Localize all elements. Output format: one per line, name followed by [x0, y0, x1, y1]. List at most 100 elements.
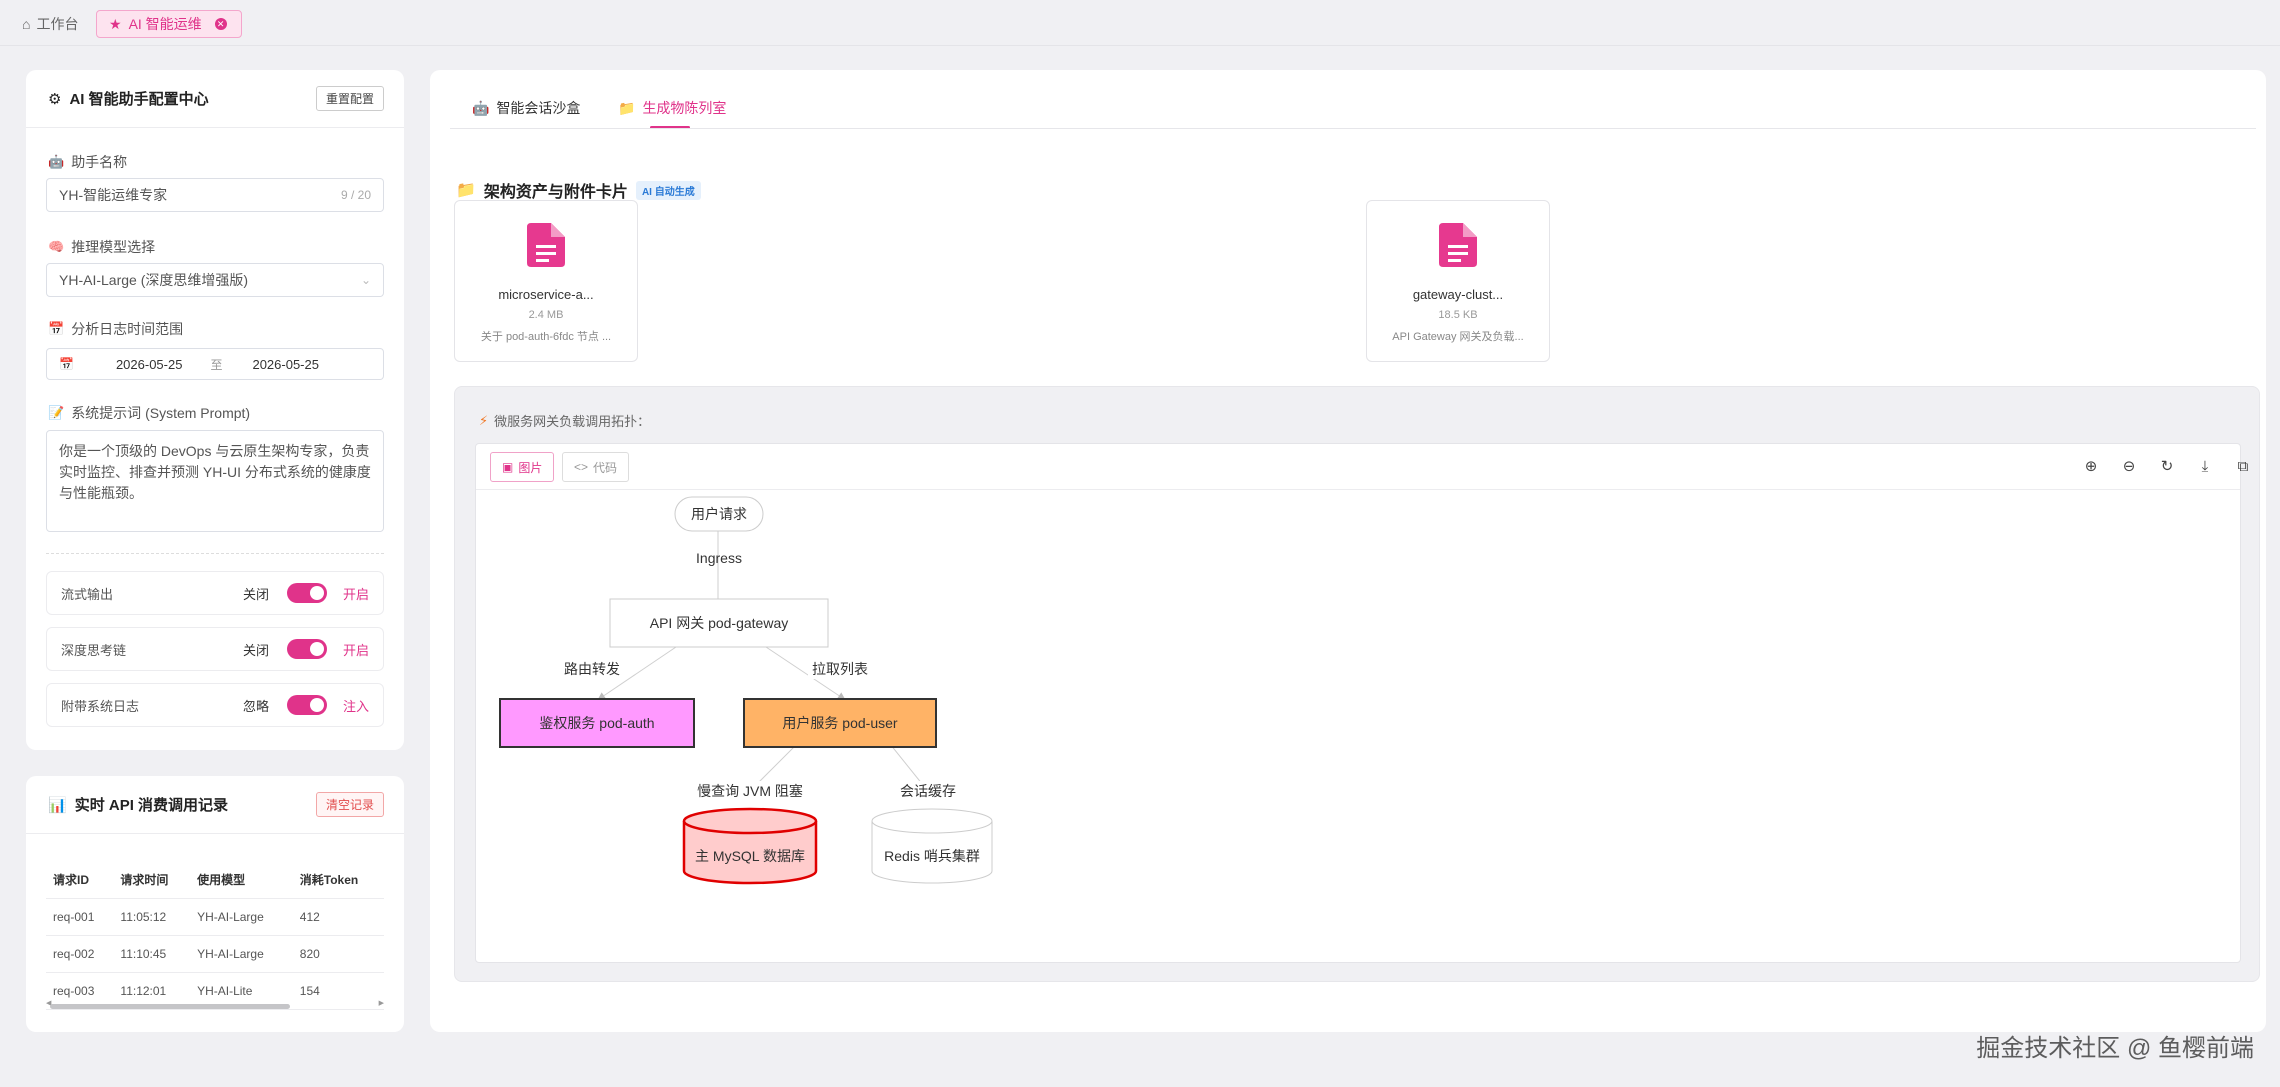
model-field-label: 🧠 推理模型选择: [48, 237, 155, 257]
file-size: 2.4 MB: [528, 309, 564, 321]
prompt-field-label: 📝 系统提示词 (System Prompt): [48, 403, 250, 423]
section-title: 📁 架构资产与附件卡片 AI 自动生成: [456, 178, 701, 202]
scroll-right-icon[interactable]: ▶: [379, 999, 384, 1007]
edge-pull-label: 拉取列表: [812, 661, 868, 677]
edge-session-label: 会话缓存: [900, 783, 956, 799]
code-icon: <>: [574, 460, 589, 474]
calendar-icon: 📅: [48, 321, 65, 336]
node-user-label: 用户服务 pod-user: [782, 715, 897, 731]
node-redis-label: Redis 哨兵集群: [884, 848, 980, 864]
cell: 820: [292, 935, 384, 973]
tab-ai-ops-label: AI 智能运维: [128, 16, 202, 32]
chain-of-thought-toggle[interactable]: [286, 639, 327, 659]
tab-bar: ⌂ 工作台 ★ AI 智能运维 ✕: [0, 0, 2280, 46]
name-field-label: 🤖 助手名称: [48, 152, 127, 172]
switch-off-text: 关闭: [242, 586, 269, 602]
cell: YH-AI-Large: [190, 935, 293, 973]
star-icon: ★: [109, 15, 122, 32]
api-log-title: 📊 实时 API 消费调用记录: [48, 794, 228, 815]
file-size: 18.5 KB: [1438, 309, 1478, 321]
config-header: ⚙ AI 智能助手配置中心 重置配置: [26, 70, 404, 128]
diagram-viewer: ▣ 图片 <> 代码 ⊕ ⊖ ↻ ⤓ ⧉ 用户请求 Ingress API 网关…: [475, 443, 2248, 963]
scrollbar-thumb[interactable]: [50, 1004, 290, 1009]
view-image-button[interactable]: ▣ 图片: [490, 452, 555, 482]
image-icon: ▣: [502, 460, 514, 474]
view-code-label: 代码: [593, 460, 618, 475]
diagram-toolbar: ▣ 图片 <> 代码 ⊕ ⊖ ↻ ⤓ ⧉: [476, 444, 2248, 490]
switch-on-text: 注入: [342, 698, 369, 714]
topology-title: ⚡ 微服务网关负载调用拓扑：: [479, 411, 650, 430]
range-end-date[interactable]: 2026-05-25: [252, 357, 319, 372]
edge-slow-label: 慢查询 JVM 阻塞: [697, 783, 803, 799]
model-select[interactable]: YH-AI-Large (深度思维增强版) ⌄: [46, 263, 384, 297]
streaming-toggle[interactable]: [286, 583, 327, 603]
watermark: 掘金技术社区 @ 鱼樱前端: [1976, 1035, 2254, 1062]
cell: 11:05:12: [113, 898, 191, 936]
edge-route-label: 路由转发: [564, 661, 620, 677]
refresh-icon[interactable]: ↻: [2156, 456, 2178, 478]
robot-icon: 🤖: [48, 154, 65, 169]
zoom-in-icon[interactable]: ⊕: [2080, 456, 2102, 478]
node-redis: [871, 808, 993, 884]
col-request-time: 请求时间: [113, 862, 191, 899]
tab-chat-sandbox-label: 智能会话沙盒: [496, 100, 581, 116]
config-title: ⚙ AI 智能助手配置中心: [48, 88, 209, 109]
assistant-name-input[interactable]: YH-智能运维专家 9 / 20: [46, 178, 384, 212]
system-prompt-textarea[interactable]: 你是一个顶级的 DevOps 与云原生架构专家，负责实时监控、排查并预测 YH-…: [46, 430, 384, 532]
edge-ingress-label: Ingress: [696, 550, 742, 566]
chevron-down-icon: ⌄: [360, 273, 371, 287]
folder-icon: 📁: [618, 99, 636, 116]
ai-generated-badge: AI 自动生成: [635, 180, 701, 200]
api-log-table: 请求ID 请求时间 使用模型 消耗Token req-001 11:05:12 …: [46, 862, 384, 1010]
table-header-row: 请求ID 请求时间 使用模型 消耗Token: [46, 862, 384, 899]
zoom-out-icon[interactable]: ⊖: [2118, 456, 2140, 478]
memo-icon: 📝: [48, 405, 65, 420]
tab-workbench-label: 工作台: [36, 16, 79, 32]
range-separator: 至: [210, 357, 223, 372]
switch-label: 流式输出: [61, 586, 114, 602]
assistant-name-value: YH-智能运维专家: [59, 187, 168, 203]
cell: req-001: [46, 898, 114, 936]
file-card[interactable]: gateway-clust... 18.5 KB API Gateway 网关及…: [1366, 200, 1550, 362]
cell: 11:10:45: [113, 935, 191, 973]
file-card[interactable]: microservice-a... 2.4 MB 关于 pod-auth-6fd…: [454, 200, 638, 362]
switch-on-text: 开启: [342, 642, 369, 658]
tab-workbench[interactable]: ⌂ 工作台: [22, 14, 78, 34]
tab-divider: [450, 128, 2256, 129]
tab-ai-ops[interactable]: ★ AI 智能运维 ✕: [96, 10, 242, 38]
cell: 412: [292, 898, 384, 936]
document-icon: [527, 223, 565, 267]
close-icon[interactable]: ✕: [214, 18, 227, 30]
name-label-text: 助手名称: [71, 154, 128, 170]
char-counter: 9 / 20: [340, 188, 371, 202]
view-code-button[interactable]: <> 代码: [562, 452, 630, 482]
model-label-text: 推理模型选择: [71, 239, 156, 255]
system-log-toggle[interactable]: [286, 695, 327, 715]
document-icon: [1439, 223, 1477, 267]
switch-on-text: 开启: [342, 586, 369, 602]
reset-config-button[interactable]: 重置配置: [315, 86, 384, 111]
panel-tabs: 🤖 智能会话沙盒 📁 生成物陈列室: [430, 70, 2266, 130]
col-model: 使用模型: [190, 862, 293, 899]
horizontal-scrollbar[interactable]: ◀ ▶: [46, 999, 384, 1010]
tab-chat-sandbox[interactable]: 🤖 智能会话沙盒: [472, 98, 580, 118]
download-icon[interactable]: ⤓: [2194, 456, 2216, 478]
node-request-label: 用户请求: [691, 506, 747, 522]
clear-log-button[interactable]: 清空记录: [315, 792, 384, 817]
topology-title-text: 微服务网关负载调用拓扑：: [494, 414, 651, 429]
range-start-date[interactable]: 2026-05-25: [116, 357, 183, 372]
switch-label: 深度思考链: [61, 642, 127, 658]
prompt-label-text: 系统提示词 (System Prompt): [71, 405, 251, 421]
cell: YH-AI-Large: [190, 898, 293, 936]
file-name: gateway-clust...: [1412, 287, 1504, 302]
copy-icon[interactable]: ⧉: [2232, 456, 2254, 478]
folder-icon: 📁: [456, 182, 476, 199]
home-icon: ⌂: [22, 16, 31, 32]
date-range-picker[interactable]: 📅 2026-05-25 至 2026-05-25: [46, 348, 384, 380]
tab-artifact-gallery[interactable]: 📁 生成物陈列室: [618, 98, 726, 118]
robot-icon: 🤖: [472, 99, 490, 116]
assistant-config-panel: ⚙ AI 智能助手配置中心 重置配置 🤖 助手名称 YH-智能运维专家 9 / …: [26, 70, 404, 750]
switch-label: 附带系统日志: [61, 698, 140, 714]
model-select-value: YH-AI-Large (深度思维增强版): [59, 272, 249, 288]
topology-container: ⚡ 微服务网关负载调用拓扑： ▣ 图片 <> 代码 ⊕ ⊖ ↻ ⤓ ⧉ 用户请求…: [454, 386, 2260, 982]
